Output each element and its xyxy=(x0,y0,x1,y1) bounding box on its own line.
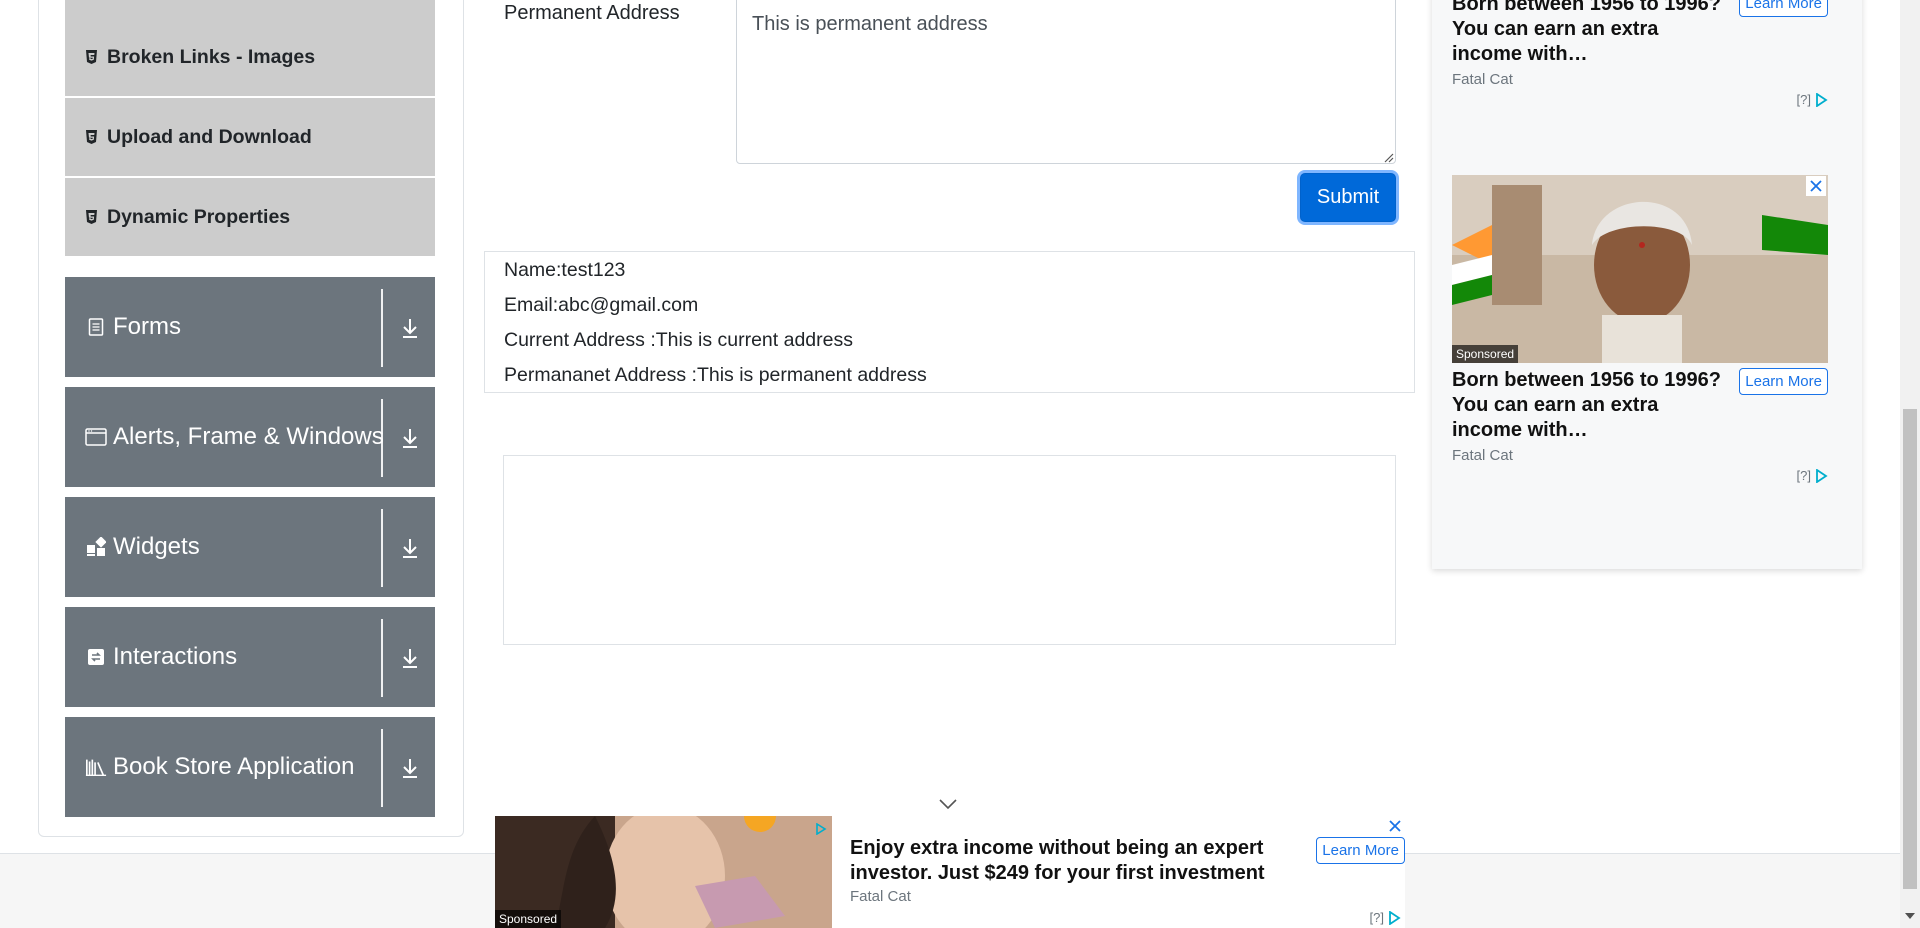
html5-icon xyxy=(83,49,99,65)
ad-image[interactable]: Sponsored xyxy=(1452,175,1828,363)
interactions-icon xyxy=(85,646,107,668)
ad-brand: Fatal Cat xyxy=(850,888,911,905)
ad-image[interactable]: Sponsored xyxy=(495,816,832,928)
download-icon[interactable] xyxy=(395,313,425,343)
scroll-down-icon[interactable] xyxy=(1903,910,1917,922)
books-icon xyxy=(85,756,107,778)
sidebar-item-label: Upload and Download xyxy=(107,125,312,148)
ad-brand: Fatal Cat xyxy=(1452,447,1513,464)
sidebar-item-upload-download[interactable]: Upload and Download xyxy=(65,98,435,176)
learn-more-button[interactable]: Learn More xyxy=(1739,368,1828,395)
sidebar-group-forms[interactable]: Forms xyxy=(65,277,435,377)
group-label: Alerts, Frame & Windows xyxy=(113,423,384,450)
close-icon[interactable] xyxy=(1385,816,1405,836)
ad-unit-bottom[interactable]: Born between 1956 to 1996? You can earn … xyxy=(1452,368,1828,488)
ad-brand: Fatal Cat xyxy=(1452,71,1513,88)
chevron-down-icon[interactable] xyxy=(938,797,958,811)
sidebar-group-widgets[interactable]: Widgets xyxy=(65,497,435,597)
permanent-address-textarea[interactable]: This is permanent address xyxy=(736,0,1396,164)
learn-more-button[interactable]: Learn More xyxy=(1739,0,1828,17)
ad-unit-top[interactable]: Born between 1956 to 1996? You can earn … xyxy=(1452,0,1828,112)
learn-more-button[interactable]: Learn More xyxy=(1316,837,1405,864)
download-icon[interactable] xyxy=(395,643,425,673)
html5-icon xyxy=(83,209,99,225)
adchoices-icon[interactable]: [?] xyxy=(1797,92,1828,107)
download-icon[interactable] xyxy=(395,753,425,783)
output-panel: Name:test123 Email:abc@gmail.com Current… xyxy=(484,251,1415,393)
download-icon[interactable] xyxy=(395,533,425,563)
output-permanent-address: Permananet Address :This is permanent ad… xyxy=(504,364,927,386)
output-email: Email:abc@gmail.com xyxy=(504,294,699,316)
download-icon[interactable] xyxy=(395,423,425,453)
sponsored-badge: Sponsored xyxy=(495,910,562,928)
output-current-address: Current Address :This is current address xyxy=(504,329,853,351)
sidebar-group-alerts[interactable]: Alerts, Frame & Windows xyxy=(65,387,435,487)
html5-icon xyxy=(83,129,99,145)
ad-info-link[interactable]: [?] xyxy=(1797,468,1811,483)
sidebar-item-broken-links[interactable]: Broken Links - Images xyxy=(65,18,435,96)
output-name: Name:test123 xyxy=(504,259,626,281)
group-label: Interactions xyxy=(113,643,238,670)
sidebar-item-dynamic-properties[interactable]: Dynamic Properties xyxy=(65,178,435,256)
resize-handle-icon[interactable] xyxy=(1382,150,1394,163)
ad-title[interactable]: Born between 1956 to 1996? You can earn … xyxy=(1452,0,1722,67)
bottom-ad-banner[interactable]: Sponsored Enjoy extra income without bei… xyxy=(495,816,1405,928)
sponsored-badge: Sponsored xyxy=(1452,345,1519,363)
sidebar-group-book-store[interactable]: Book Store Application xyxy=(65,717,435,817)
sidebar-group-interactions[interactable]: Interactions xyxy=(65,607,435,707)
permanent-address-label: Permanent Address xyxy=(504,2,680,24)
close-icon[interactable] xyxy=(1806,176,1826,196)
adchoices-icon[interactable] xyxy=(815,822,827,840)
submit-button[interactable]: Submit xyxy=(1300,173,1396,222)
window-icon xyxy=(85,426,107,448)
scrollbar-thumb[interactable] xyxy=(1903,409,1917,889)
ad-info-link[interactable]: [?] xyxy=(1370,910,1384,925)
group-label: Book Store Application xyxy=(113,753,355,780)
ad-title[interactable]: Born between 1956 to 1996? You can earn … xyxy=(1452,368,1722,443)
adchoices-icon[interactable]: [?] xyxy=(1370,910,1401,925)
ad-title[interactable]: Enjoy extra income without being an expe… xyxy=(850,836,1290,886)
sidebar-item-label: Dynamic Properties xyxy=(107,205,291,228)
document-icon xyxy=(85,316,107,338)
group-label: Forms xyxy=(113,313,181,340)
sidebar-item-label: Broken Links - Images xyxy=(107,45,316,68)
ad-info-link[interactable]: [?] xyxy=(1797,92,1811,107)
widgets-icon xyxy=(85,536,107,558)
sidebar-item-previous[interactable] xyxy=(65,0,435,18)
adchoices-icon[interactable]: [?] xyxy=(1797,468,1828,483)
group-label: Widgets xyxy=(113,533,200,560)
empty-ad-slot xyxy=(503,455,1396,645)
